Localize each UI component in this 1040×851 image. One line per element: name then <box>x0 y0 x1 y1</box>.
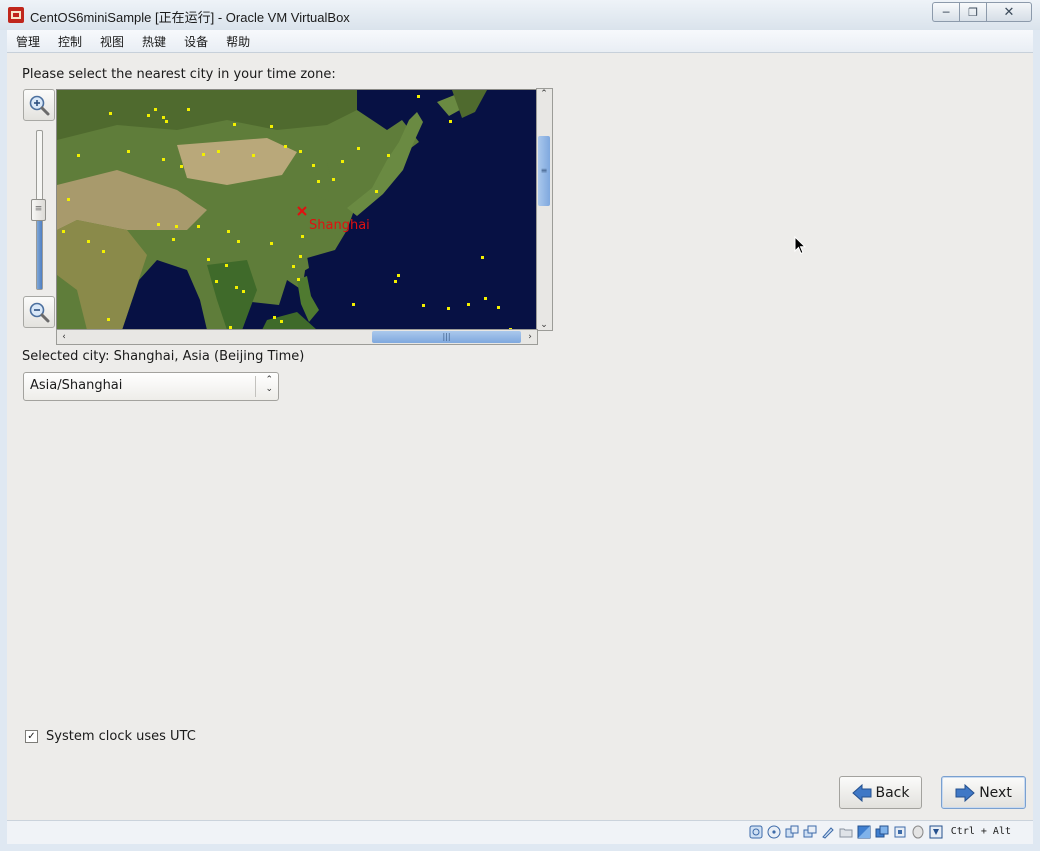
title-bar: CentOS6miniSample [正在运行] - Oracle VM Vir… <box>0 0 1040 30</box>
status-bar: Ctrl + Alt <box>7 820 1033 845</box>
utc-checkbox-row[interactable]: ✓ System clock uses UTC <box>25 729 196 744</box>
close-icon: ✕ <box>1003 4 1015 20</box>
window-bottom-frame <box>0 844 1040 851</box>
checkmark-icon: ✓ <box>27 730 36 742</box>
restore-button[interactable]: ❐ <box>959 2 986 22</box>
utc-checkbox-label[interactable]: System clock uses UTC <box>46 729 196 744</box>
map-vertical-scrollbar[interactable]: ⌃ ≡ ⌄ <box>536 88 553 331</box>
zoom-slider-handle[interactable]: ≡ <box>31 199 46 221</box>
network-icon[interactable] <box>803 824 818 839</box>
guest-screen[interactable]: Please select the nearest city in your t… <box>7 53 1033 820</box>
utc-checkbox[interactable]: ✓ <box>25 730 38 743</box>
back-button[interactable]: Back <box>839 776 922 809</box>
zoom-out-icon <box>29 302 50 323</box>
timezone-map[interactable]: Shanghai <box>56 89 538 331</box>
map-vertical-scroll-thumb[interactable]: ≡ <box>538 136 550 206</box>
virtualbox-app-icon[interactable] <box>8 7 24 23</box>
menu-bar: 管理 控制 视图 热键 设备 帮助 <box>7 30 1033 53</box>
hard-disk-icon[interactable] <box>749 824 764 839</box>
menu-item-devices[interactable]: 设备 <box>175 33 217 50</box>
menu-item-help[interactable]: 帮助 <box>217 33 259 50</box>
select-updown-icon: ⌃ ⌄ <box>265 375 273 394</box>
host-key-label: Ctrl + Alt <box>950 826 1011 837</box>
minimize-button[interactable]: ─ <box>932 2 959 22</box>
mouse-integration-icon[interactable] <box>911 824 926 839</box>
shared-folder-icon[interactable] <box>839 824 854 839</box>
usb-icon[interactable] <box>821 824 836 839</box>
selected-city-label: Shanghai <box>309 218 370 233</box>
timezone-select[interactable]: Asia/Shanghai ⌃ ⌄ <box>23 372 279 401</box>
restore-icon: ❐ <box>968 5 978 19</box>
cpu-icon[interactable] <box>893 824 908 839</box>
mouse-pointer-icon <box>794 236 806 255</box>
next-arrow-icon <box>955 783 975 802</box>
zoom-slider-fill <box>37 210 42 289</box>
minimize-icon: ─ <box>942 5 950 19</box>
scroll-left-arrow-icon[interactable]: ‹ <box>57 330 71 344</box>
select-separator <box>255 376 256 397</box>
scroll-down-arrow-icon[interactable]: ⌄ <box>537 320 551 330</box>
zoom-in-icon <box>29 95 50 116</box>
map-horizontal-scroll-thumb[interactable]: ||| <box>372 331 521 343</box>
keyboard-capture-icon[interactable] <box>929 824 944 839</box>
optical-drive-icon[interactable] <box>767 824 782 839</box>
timezone-prompt: Please select the nearest city in your t… <box>22 67 336 82</box>
scroll-right-arrow-icon[interactable]: › <box>523 330 537 344</box>
map-horizontal-scrollbar[interactable]: ‹ ||| › <box>56 329 538 345</box>
selected-city-text: Selected city: Shanghai, Asia (Beijing T… <box>22 349 305 364</box>
menu-item-control[interactable]: 控制 <box>49 33 91 50</box>
menu-item-hotkeys[interactable]: 热键 <box>133 33 175 50</box>
timezone-select-value: Asia/Shanghai <box>30 378 123 393</box>
video-capture-icon[interactable] <box>875 824 890 839</box>
zoom-out-button[interactable] <box>23 296 55 328</box>
back-button-label: Back <box>875 784 910 801</box>
menu-item-manage[interactable]: 管理 <box>7 33 49 50</box>
back-arrow-icon <box>851 783 871 802</box>
next-button-label: Next <box>979 784 1012 801</box>
window-title: CentOS6miniSample [正在运行] - Oracle VM Vir… <box>30 10 350 25</box>
audio-icon[interactable] <box>785 824 800 839</box>
close-button[interactable]: ✕ <box>986 2 1032 22</box>
next-button[interactable]: Next <box>941 776 1026 809</box>
world-map-view[interactable]: Shanghai <box>57 90 537 330</box>
scroll-up-arrow-icon[interactable]: ⌃ <box>537 89 551 99</box>
zoom-in-button[interactable] <box>23 89 55 121</box>
display-icon[interactable] <box>857 824 872 839</box>
menu-item-view[interactable]: 视图 <box>91 33 133 50</box>
